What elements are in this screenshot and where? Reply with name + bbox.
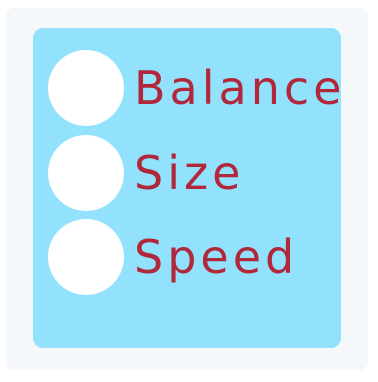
option-balance[interactable]: Balance (48, 48, 345, 128)
radio-button-size[interactable] (48, 135, 124, 211)
option-speed[interactable]: Speed (48, 217, 298, 297)
option-label-balance: Balance (134, 61, 346, 115)
option-label-speed: Speed (134, 230, 299, 284)
option-label-size: Size (134, 146, 245, 200)
radio-button-balance[interactable] (48, 50, 124, 126)
option-size[interactable]: Size (48, 133, 244, 213)
radio-button-speed[interactable] (48, 219, 124, 295)
